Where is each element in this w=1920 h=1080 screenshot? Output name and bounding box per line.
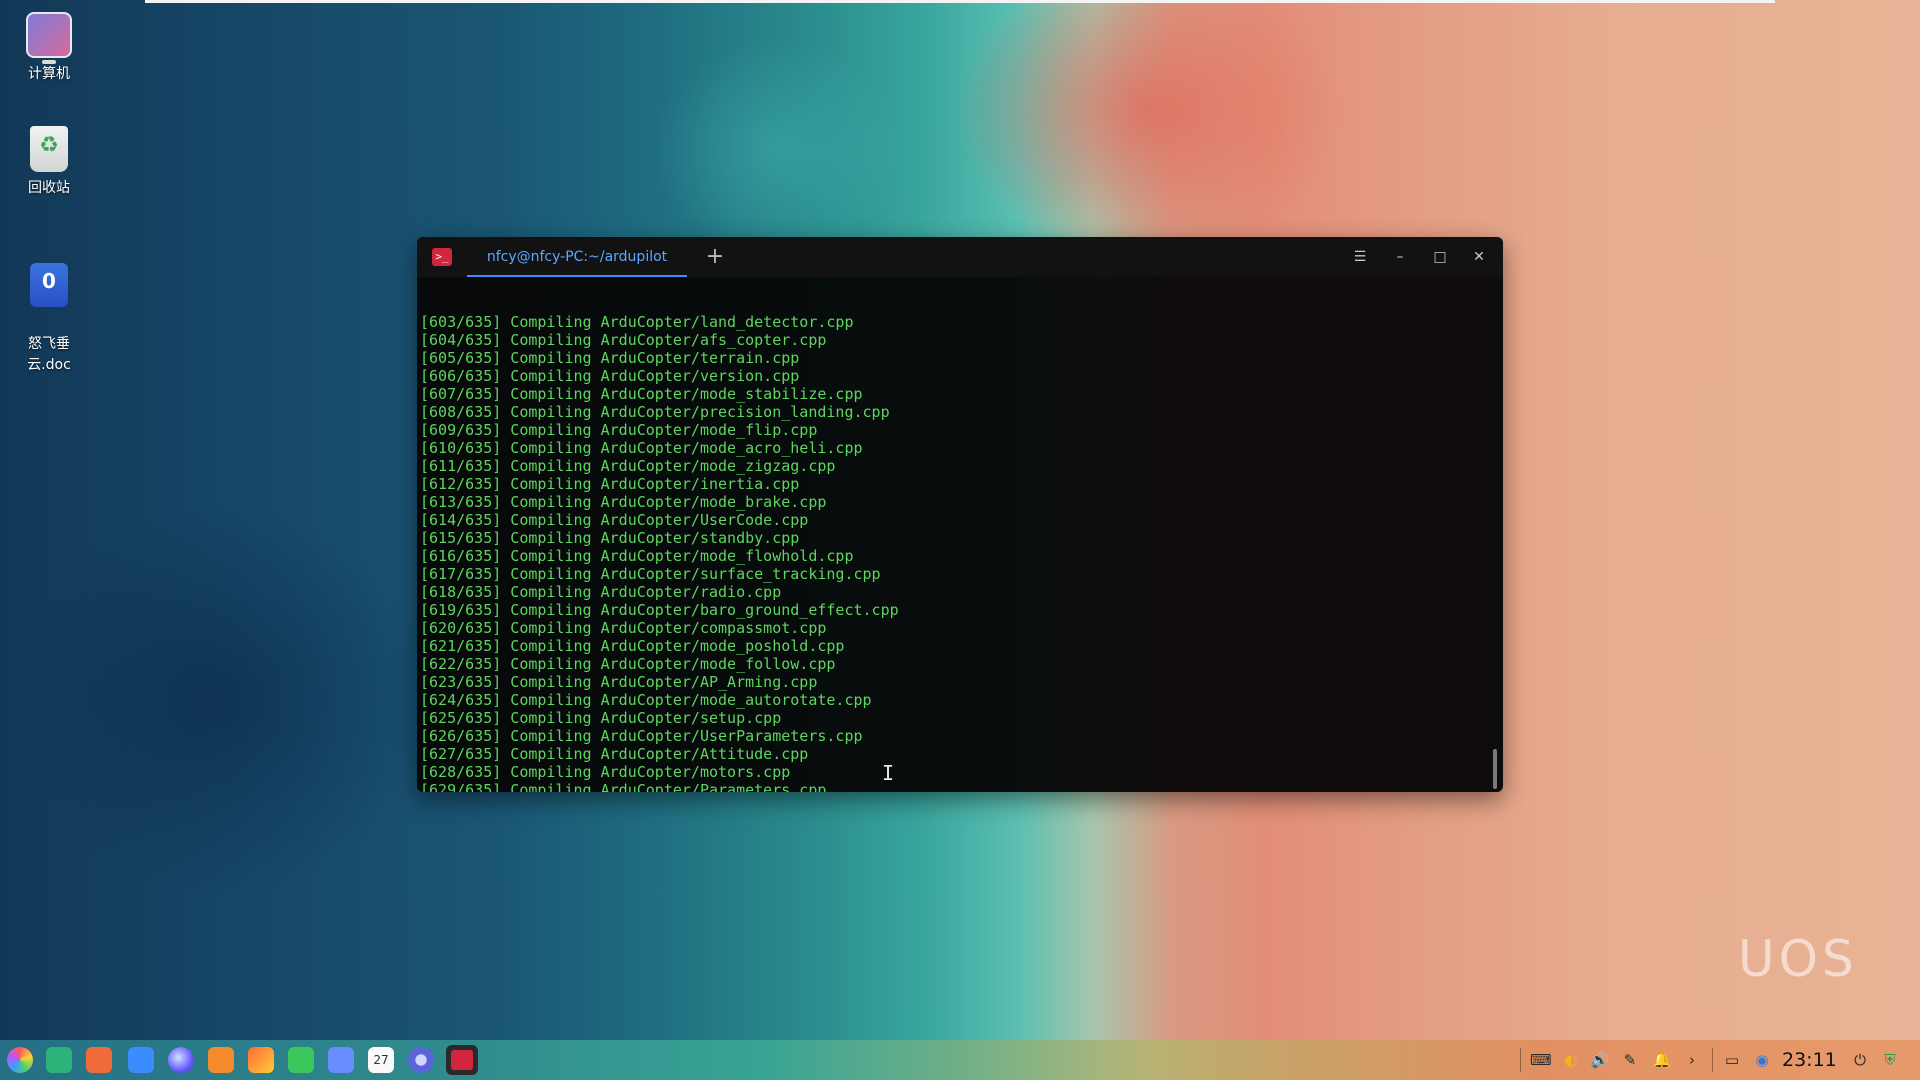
terminal-output-line: [613/635] Compiling ArduCopter/mode_brak… <box>420 493 827 511</box>
calendar-icon[interactable]: 27 <box>368 1047 394 1073</box>
terminal-output-line: [629/635] Compiling ArduCopter/Parameter… <box>420 781 827 792</box>
desktop-wallpaper: 计算机 回收站 怒飞垂 云.doc UOS >_ nfcy@nfcy-PC:~/… <box>0 0 1920 1080</box>
volume-icon[interactable]: 🔊 <box>1590 1050 1610 1070</box>
network-icon[interactable]: ◉ <box>1752 1050 1772 1070</box>
tray-divider <box>1712 1048 1713 1072</box>
terminal-output-line: [625/635] Compiling ArduCopter/setup.cpp <box>420 709 782 727</box>
desktop-icon-document[interactable]: 怒飞垂 云.doc <box>14 242 84 397</box>
document-viewer-icon[interactable] <box>328 1047 354 1073</box>
shutdown-icon[interactable]: ⏻ <box>1850 1050 1870 1070</box>
file-manager-icon[interactable] <box>128 1047 154 1073</box>
terminal-output-line: [603/635] Compiling ArduCopter/land_dete… <box>420 313 854 331</box>
document-icon <box>30 263 68 307</box>
menu-icon[interactable]: ☰ <box>1348 245 1372 269</box>
computer-icon <box>26 12 72 64</box>
music-icon[interactable] <box>288 1047 314 1073</box>
terminal-titlebar[interactable]: >_ nfcy@nfcy-PC:~/ardupilot + ☰ – □ ✕ <box>417 237 1503 277</box>
terminal-output-line: [609/635] Compiling ArduCopter/mode_flip… <box>420 421 818 439</box>
terminal-output-line: [617/635] Compiling ArduCopter/surface_t… <box>420 565 881 583</box>
settings-icon[interactable] <box>408 1047 434 1073</box>
close-icon[interactable]: ✕ <box>1467 245 1491 269</box>
minimize-icon[interactable]: – <box>1388 245 1412 269</box>
terminal-output-line: [624/635] Compiling ArduCopter/mode_auto… <box>420 691 872 709</box>
terminal-window[interactable]: >_ nfcy@nfcy-PC:~/ardupilot + ☰ – □ ✕ [6… <box>417 237 1503 792</box>
keyboard-icon[interactable]: ⌨ <box>1530 1050 1552 1070</box>
terminal-output-line: [618/635] Compiling ArduCopter/radio.cpp <box>420 583 782 601</box>
terminal-output-line: [616/635] Compiling ArduCopter/mode_flow… <box>420 547 854 565</box>
terminal-lines: [603/635] Compiling ArduCopter/land_dete… <box>420 313 1491 792</box>
browser-icon[interactable] <box>168 1047 194 1073</box>
terminal-icon[interactable] <box>446 1045 478 1075</box>
display-icon[interactable]: ▭ <box>1722 1050 1742 1070</box>
multitask-view-icon[interactable] <box>46 1047 72 1073</box>
terminal-output-line: [608/635] Compiling ArduCopter/precision… <box>420 403 890 421</box>
terminal-output-line: [606/635] Compiling ArduCopter/version.c… <box>420 367 800 385</box>
taskbar-divider <box>1520 1048 1521 1072</box>
add-tab-button[interactable]: + <box>701 243 729 271</box>
chevron-right-icon[interactable]: › <box>1682 1050 1702 1070</box>
power-mode-icon[interactable]: ◐ <box>1561 1050 1581 1070</box>
terminal-output-line: [626/635] Compiling ArduCopter/UserParam… <box>420 727 863 745</box>
desktop-icon-label: 计算机 <box>28 66 70 82</box>
terminal-app-icon: >_ <box>432 248 452 266</box>
desktop-icon-label: 回收站 <box>28 180 70 196</box>
terminal-output-line: [612/635] Compiling ArduCopter/inertia.c… <box>420 475 800 493</box>
terminal-output-line: [611/635] Compiling ArduCopter/mode_zigz… <box>420 457 836 475</box>
taskbar: 27 ⌨ ◐ 🔊 ✎ 🔔 › ▭ ◉ 23:11 ⏻ ⛨ <box>0 1040 1920 1080</box>
terminal-output-line: [621/635] Compiling ArduCopter/mode_posh… <box>420 637 845 655</box>
pen-icon[interactable]: ✎ <box>1620 1050 1640 1070</box>
terminal-output-line: [628/635] Compiling ArduCopter/motors.cp… <box>420 763 791 781</box>
app-store-icon[interactable] <box>86 1047 112 1073</box>
maximize-icon[interactable]: □ <box>1428 245 1452 269</box>
terminal-output-line: [614/635] Compiling ArduCopter/UserCode.… <box>420 511 809 529</box>
terminal-output-line: [620/635] Compiling ArduCopter/compassmo… <box>420 619 827 637</box>
top-edge-bar <box>145 0 1775 3</box>
desktop-icon-computer[interactable]: 计算机 <box>14 12 84 85</box>
launcher-icon[interactable] <box>7 1047 33 1073</box>
terminal-output-line: [607/635] Compiling ArduCopter/mode_stab… <box>420 385 863 403</box>
terminal-output-line: [615/635] Compiling ArduCopter/standby.c… <box>420 529 800 547</box>
terminal-output[interactable]: [603/635] Compiling ArduCopter/land_dete… <box>420 277 1491 792</box>
notification-bell-icon[interactable]: 🔔 <box>1652 1050 1672 1070</box>
terminal-output-line: [605/635] Compiling ArduCopter/terrain.c… <box>420 349 800 367</box>
terminal-output-line: [622/635] Compiling ArduCopter/mode_foll… <box>420 655 836 673</box>
clock[interactable]: 23:11 <box>1782 1047 1837 1073</box>
terminal-scrollbar[interactable] <box>1493 749 1497 789</box>
terminal-output-line: [619/635] Compiling ArduCopter/baro_grou… <box>420 601 899 619</box>
terminal-output-line: [627/635] Compiling ArduCopter/Attitude.… <box>420 745 809 763</box>
terminal-output-line: [623/635] Compiling ArduCopter/AP_Arming… <box>420 673 818 691</box>
terminal-output-line: [610/635] Compiling ArduCopter/mode_acro… <box>420 439 863 457</box>
security-icon[interactable]: ⛨ <box>1880 1050 1900 1070</box>
tab-terminal-session[interactable]: nfcy@nfcy-PC:~/ardupilot <box>467 237 687 277</box>
mouse-ibeam-cursor-icon: I <box>882 761 895 785</box>
uos-watermark: UOS <box>1738 930 1858 988</box>
desktop-icon-label: 怒飞垂 云.doc <box>27 336 71 373</box>
desktop-icon-trash[interactable]: 回收站 <box>14 126 84 199</box>
store-icon[interactable] <box>208 1047 234 1073</box>
terminal-output-line: [604/635] Compiling ArduCopter/afs_copte… <box>420 331 827 349</box>
photos-icon[interactable] <box>248 1047 274 1073</box>
trash-icon <box>30 126 68 172</box>
